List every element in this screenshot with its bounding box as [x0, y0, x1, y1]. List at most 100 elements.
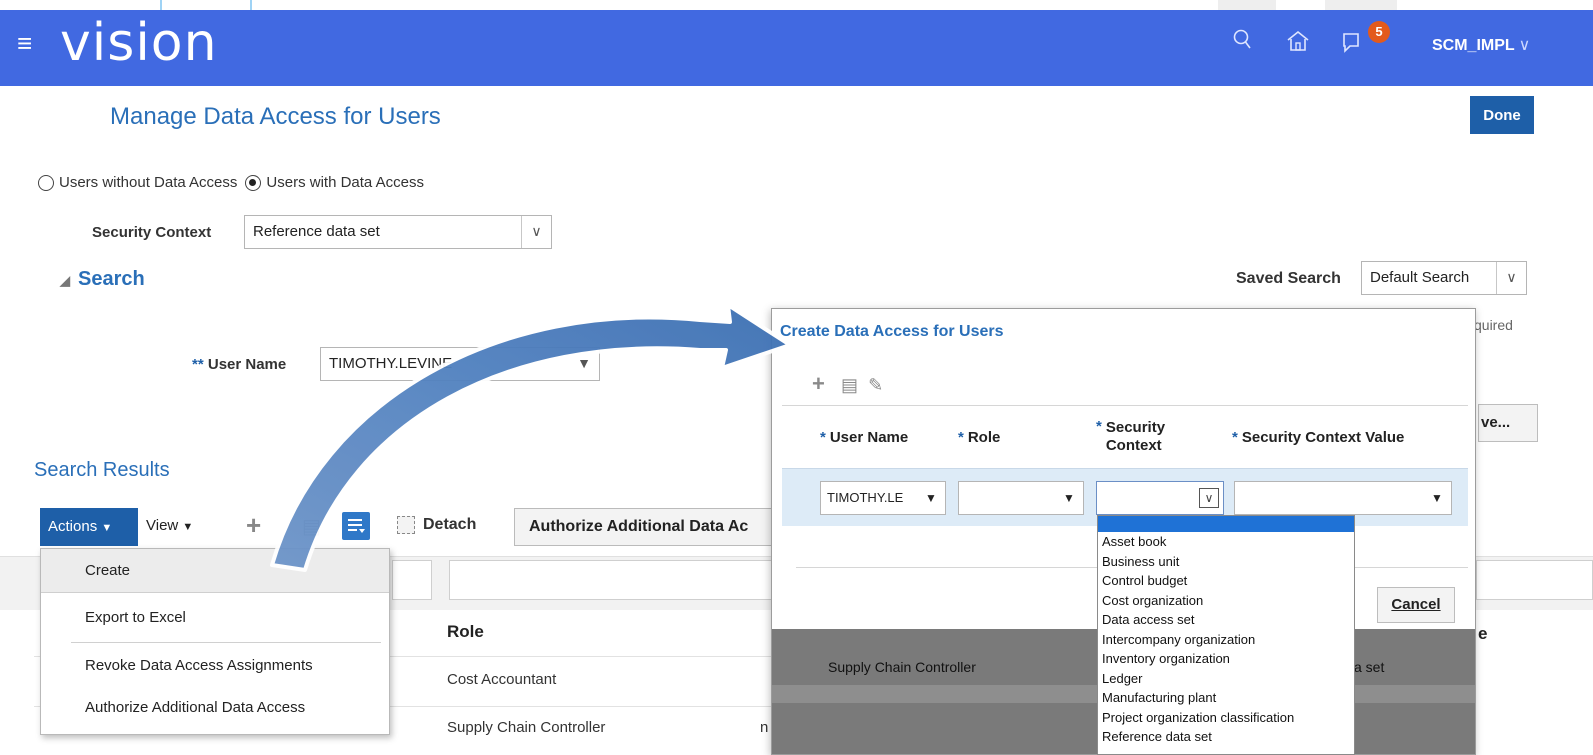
hamburger-icon[interactable]: ≡ — [17, 28, 32, 58]
chevron-down-icon[interactable]: ∨ — [1496, 262, 1526, 294]
chevron-down-icon: ∨ — [1518, 37, 1531, 54]
notification-badge: 5 — [1368, 21, 1390, 43]
radio-without-label[interactable]: Users without Data Access — [59, 174, 237, 191]
dropdown-option[interactable]: Intercompany organization — [1098, 630, 1354, 650]
security-context-value-column-header[interactable]: * Security Context Value — [1232, 406, 1404, 468]
user-name-value: TIMOTHY.LEVINE — [329, 355, 453, 372]
menu-item-create[interactable]: Create — [41, 549, 389, 593]
top-chip — [1218, 0, 1276, 10]
dropdown-option[interactable]: Manufacturing plant — [1098, 688, 1354, 708]
cancel-label: Cancel — [1391, 596, 1441, 613]
row-user-name-value: TIMOTHY.LE — [827, 490, 904, 505]
header-text: User Name — [829, 428, 909, 446]
row-user-name-select[interactable]: TIMOTHY.LE ▼ — [820, 481, 946, 515]
add-icon[interactable]: + — [812, 371, 825, 396]
dialog-title: Create Data Access for Users — [780, 323, 1004, 340]
filter-icon[interactable] — [342, 512, 370, 540]
dropdown-option[interactable]: Inventory organization — [1098, 649, 1354, 669]
edit-icon[interactable]: ✎ — [868, 375, 883, 395]
header-text: Security Context — [1105, 419, 1166, 454]
dropdown-option[interactable]: Business unit — [1098, 552, 1354, 572]
actions-menu: Create Export to Excel Revoke Data Acces… — [40, 548, 390, 735]
vision-logo[interactable]: vision — [60, 13, 218, 73]
filter-cell[interactable] — [449, 560, 779, 600]
detach-label: Detach — [423, 516, 477, 533]
saved-search-select[interactable]: Default Search ∨ — [1361, 261, 1527, 295]
add-icon[interactable]: + — [246, 510, 261, 541]
cancel-button[interactable]: Cancel — [1377, 587, 1455, 623]
menu-item-authorize-access[interactable]: Authorize Additional Data Access — [41, 686, 389, 730]
view-menu-button[interactable]: View ▼ — [146, 517, 193, 534]
user-name-select[interactable]: TIMOTHY.LEVINE ▼ — [320, 347, 600, 381]
row-security-context-select[interactable]: ∨ — [1096, 481, 1224, 515]
dropdown-option[interactable]: Project organization classification — [1098, 708, 1354, 728]
header-text: Security Context Value — [1241, 428, 1405, 446]
search-section-header[interactable]: ◢ Search — [60, 268, 145, 291]
menu-item-revoke-access[interactable]: Revoke Data Access Assignments — [41, 644, 389, 688]
advanced-button[interactable]: ve... — [1478, 404, 1538, 442]
header-text: Role — [967, 428, 1001, 446]
columns-icon[interactable]: ▤ — [302, 514, 321, 539]
user-name-column-header[interactable]: * User Name — [820, 406, 908, 468]
security-context-select[interactable]: Reference data set ∨ — [244, 215, 552, 249]
list-icon[interactable]: ▤ — [841, 375, 858, 395]
dropdown-triangle-icon: ▼ — [182, 521, 194, 533]
filter-cell[interactable] — [1476, 560, 1593, 600]
dropdown-option[interactable]: Data access set — [1098, 610, 1354, 630]
dialog-table: * User Name * Role * Security Context * Secu… — [782, 405, 1468, 526]
search-icon[interactable] — [1232, 28, 1262, 58]
view-label: View — [146, 517, 179, 534]
dropdown-triangle-icon[interactable]: ▼ — [1423, 482, 1451, 514]
saved-search-label: Saved Search — [1236, 270, 1341, 287]
detach-button[interactable]: Detach — [397, 516, 476, 534]
dropdown-option[interactable]: Reference data set — [1098, 727, 1354, 747]
dropdown-triangle-icon: ▼ — [101, 522, 113, 534]
saved-search-value: Default Search — [1370, 269, 1470, 286]
search-results-title: Search Results — [34, 459, 170, 481]
actions-menu-button[interactable]: Actions ▼ — [40, 508, 138, 546]
dropdown-option[interactable]: Ledger — [1098, 669, 1354, 689]
row-security-context-value-select[interactable]: ▼ — [1234, 481, 1452, 515]
menu-separator — [71, 642, 381, 643]
chevron-down-icon[interactable]: ∨ — [1199, 488, 1219, 508]
dropdown-option[interactable]: Asset book — [1098, 532, 1354, 552]
authorize-additional-access-button[interactable]: Authorize Additional Data Ac — [514, 508, 804, 546]
required-marker: * — [1232, 428, 1238, 446]
row-role-select[interactable]: ▼ — [958, 481, 1084, 515]
done-button[interactable]: Done — [1470, 96, 1534, 134]
security-context-dropdown-list: Asset book Business unit Control budget Cos… — [1097, 515, 1355, 755]
top-chip — [1325, 0, 1397, 10]
required-marker: * — [958, 428, 964, 446]
access-filter-radios: Users without Data Access Users with Dat… — [38, 174, 424, 191]
filter-cell[interactable] — [392, 560, 432, 600]
home-icon[interactable] — [1285, 28, 1315, 58]
actions-label: Actions — [48, 518, 98, 535]
chevron-down-icon[interactable]: ∨ — [521, 216, 551, 248]
menu-item-export-excel[interactable]: Export to Excel — [41, 596, 389, 640]
required-marker: * — [820, 428, 826, 446]
role-column-header[interactable]: * Role — [958, 406, 1000, 468]
dropdown-triangle-icon[interactable]: ▼ — [917, 482, 945, 514]
role-column-header[interactable]: Role — [447, 622, 484, 642]
collapse-triangle-icon[interactable]: ◢ — [60, 273, 70, 288]
column-header-partial[interactable]: e — [1478, 624, 1487, 644]
user-menu[interactable]: SCM_IMPL ∨ — [1432, 35, 1530, 55]
dropdown-triangle-icon[interactable]: ▼ — [569, 348, 599, 380]
dropdown-triangle-icon[interactable]: ▼ — [1055, 482, 1083, 514]
dropdown-option[interactable]: Control budget — [1098, 571, 1354, 591]
dropdown-highlight-row[interactable] — [1098, 516, 1354, 532]
security-context-value: Reference data set — [253, 223, 380, 240]
dropdown-option[interactable]: Cost organization — [1098, 591, 1354, 611]
notifications-icon[interactable] — [1340, 28, 1370, 58]
radio-users-without-access[interactable] — [38, 174, 54, 191]
security-context-column-header[interactable]: * Security Context — [1096, 406, 1206, 468]
user-name-label: ** User Name — [192, 356, 286, 373]
radio-with-label[interactable]: Users with Data Access — [266, 174, 424, 191]
underlay-role-text: Supply Chain Controller — [828, 659, 976, 675]
required-marker: ** — [192, 356, 204, 373]
global-header: ≡ vision 5 SCM_IMPL ∨ — [0, 10, 1593, 86]
radio-users-with-access[interactable] — [245, 174, 262, 191]
done-label: Done — [1483, 107, 1521, 124]
page-title: Manage Data Access for Users — [110, 103, 441, 130]
required-marker: * — [1096, 418, 1102, 435]
